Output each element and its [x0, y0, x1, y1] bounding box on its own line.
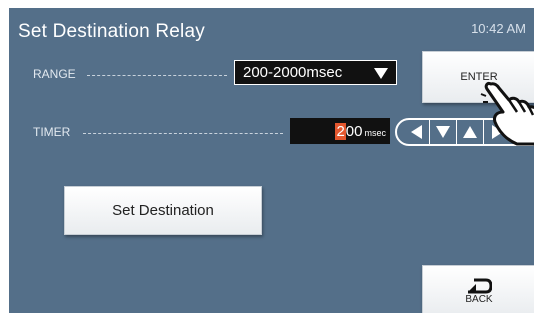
enter-button[interactable]: ENTER	[422, 51, 534, 103]
timer-input[interactable]: 2 00 msec	[290, 118, 390, 144]
timer-stepper	[395, 118, 534, 146]
caret-down-icon	[374, 68, 388, 79]
down-arrow-icon	[436, 126, 450, 138]
up-arrow-icon	[463, 126, 477, 138]
range-select[interactable]: 200-2000msec	[234, 60, 397, 85]
page-title: Set Destination Relay	[18, 21, 205, 42]
right-arrow-button[interactable]	[484, 120, 510, 144]
left-arrow-button[interactable]	[403, 120, 430, 144]
back-label: BACK	[465, 293, 493, 305]
screen: Set Destination Relay 10:42 AM RANGE 200…	[9, 8, 534, 313]
range-value: 200-2000msec	[243, 64, 343, 81]
timer-unit: msec	[364, 127, 386, 138]
timer-label: TIMER	[33, 125, 71, 139]
timer-dashes	[83, 133, 283, 134]
timer-cursor-digit: 2	[335, 122, 346, 140]
clock: 10:42 AM	[471, 21, 526, 36]
left-arrow-icon	[410, 125, 422, 139]
back-button[interactable]: BACK	[422, 265, 534, 313]
range-dashes	[87, 75, 227, 76]
right-arrow-icon	[491, 125, 503, 139]
range-label: RANGE	[33, 67, 76, 81]
set-destination-button[interactable]: Set Destination	[64, 186, 262, 235]
timer-digits: 00	[345, 122, 363, 140]
up-arrow-button[interactable]	[457, 120, 484, 144]
back-arrow-icon	[468, 278, 492, 293]
down-arrow-button[interactable]	[430, 120, 457, 144]
